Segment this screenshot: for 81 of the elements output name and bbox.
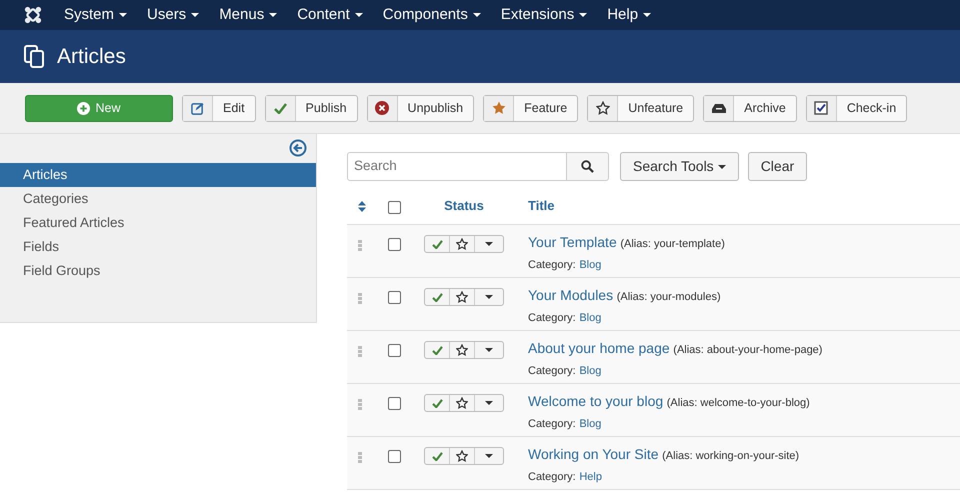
- drag-handle-icon[interactable]: [358, 452, 362, 464]
- checkin-button[interactable]: Check-in: [806, 94, 908, 122]
- category-label: Category:: [528, 312, 576, 324]
- sidebar-item[interactable]: Field Groups: [0, 259, 316, 283]
- star-icon: [456, 397, 468, 409]
- star-icon: [596, 101, 610, 115]
- unpublish-button[interactable]: Unpublish: [366, 94, 474, 122]
- article-title-link[interactable]: Welcome to your blog: [528, 393, 664, 409]
- category-link[interactable]: Help: [579, 471, 602, 483]
- row-checkbox[interactable]: [388, 450, 401, 463]
- collapse-icon[interactable]: [289, 139, 307, 157]
- column-header[interactable]: Title: [528, 198, 554, 213]
- search-field[interactable]: Search: [347, 152, 567, 181]
- article-title-link[interactable]: Your Modules: [528, 287, 614, 303]
- publish-button[interactable]: Publish: [264, 94, 358, 122]
- alias-text: (Alias: your-modules): [616, 291, 721, 303]
- category-label: Category:: [528, 418, 576, 430]
- alias-text: (Alias: working-on-your-site): [662, 450, 800, 462]
- check-icon: [432, 240, 442, 248]
- search-button[interactable]: [567, 152, 609, 181]
- menu-item[interactable]: Help: [607, 4, 652, 26]
- drag-handle-icon[interactable]: [358, 346, 362, 358]
- sidebar-item[interactable]: Featured Articles: [0, 211, 316, 235]
- menu-item[interactable]: System: [64, 4, 128, 26]
- copy-icon: [24, 45, 45, 68]
- menu-item[interactable]: Menus: [219, 4, 278, 26]
- check-icon: [432, 398, 442, 408]
- menu-item[interactable]: Extensions: [500, 4, 588, 26]
- drag-handle-icon[interactable]: [358, 240, 362, 252]
- article-title-link[interactable]: About your home page: [528, 340, 670, 356]
- edit-button[interactable]: Edit: [182, 94, 256, 122]
- menu-item[interactable]: Users: [147, 4, 200, 26]
- article-title-link[interactable]: Working on Your Site: [528, 446, 658, 462]
- x-circle-icon: [375, 101, 390, 115]
- alias-text: (Alias: about-your-home-page): [673, 344, 822, 356]
- star-icon: [492, 101, 506, 115]
- menu-item[interactable]: Components: [382, 4, 481, 26]
- drag-handle-icon[interactable]: [358, 293, 362, 304]
- star-icon: [456, 344, 468, 356]
- sidebar-item[interactable]: Articles: [0, 163, 316, 187]
- category-link[interactable]: Blog: [579, 365, 602, 377]
- column-header[interactable]: Status: [444, 196, 484, 216]
- sidebar-item[interactable]: Fields: [0, 235, 316, 259]
- row-checkbox[interactable]: [388, 291, 401, 304]
- alias-text: (Alias: your-template): [620, 238, 725, 250]
- plus-icon: [77, 102, 90, 114]
- row-checkbox[interactable]: [388, 238, 401, 251]
- alias-text: (Alias: welcome-to-your-blog): [666, 397, 810, 409]
- page-title: Articles: [57, 44, 126, 70]
- archive-icon: [712, 103, 726, 113]
- category-link[interactable]: Blog: [579, 259, 602, 271]
- new-button[interactable]: New: [25, 94, 173, 122]
- category-link[interactable]: Blog: [579, 418, 602, 430]
- row-checkbox[interactable]: [388, 344, 401, 357]
- search-icon: [581, 160, 594, 173]
- check-icon: [432, 346, 442, 354]
- star-icon: [456, 291, 468, 303]
- edit-icon: [191, 102, 204, 114]
- category-label: Category:: [528, 365, 576, 377]
- category-link[interactable]: Blog: [579, 312, 602, 324]
- article-title-link[interactable]: Your Template: [528, 234, 617, 250]
- star-icon: [456, 238, 468, 250]
- checkbox-icon: [814, 101, 828, 115]
- check-icon: [432, 452, 442, 460]
- sidebar-item[interactable]: Categories: [0, 187, 316, 211]
- check-icon: [432, 292, 442, 302]
- select-all-checkbox[interactable]: [388, 201, 401, 214]
- logo-icon[interactable]: [24, 6, 42, 24]
- unfeature-button[interactable]: Unfeature: [587, 94, 694, 122]
- clear-button[interactable]: Clear: [748, 152, 808, 181]
- row-checkbox[interactable]: [388, 397, 401, 410]
- search-tools-button[interactable]: Search Tools: [620, 152, 739, 181]
- star-icon: [456, 450, 468, 462]
- check-icon: [274, 102, 287, 114]
- archive-button[interactable]: Archive: [703, 94, 797, 122]
- category-label: Category:: [528, 259, 576, 271]
- category-label: Category:: [528, 471, 576, 483]
- drag-handle-icon[interactable]: [358, 399, 362, 410]
- sort-icon[interactable]: [358, 200, 366, 212]
- menu-item[interactable]: Content: [297, 4, 363, 26]
- feature-button[interactable]: Feature: [483, 94, 578, 122]
